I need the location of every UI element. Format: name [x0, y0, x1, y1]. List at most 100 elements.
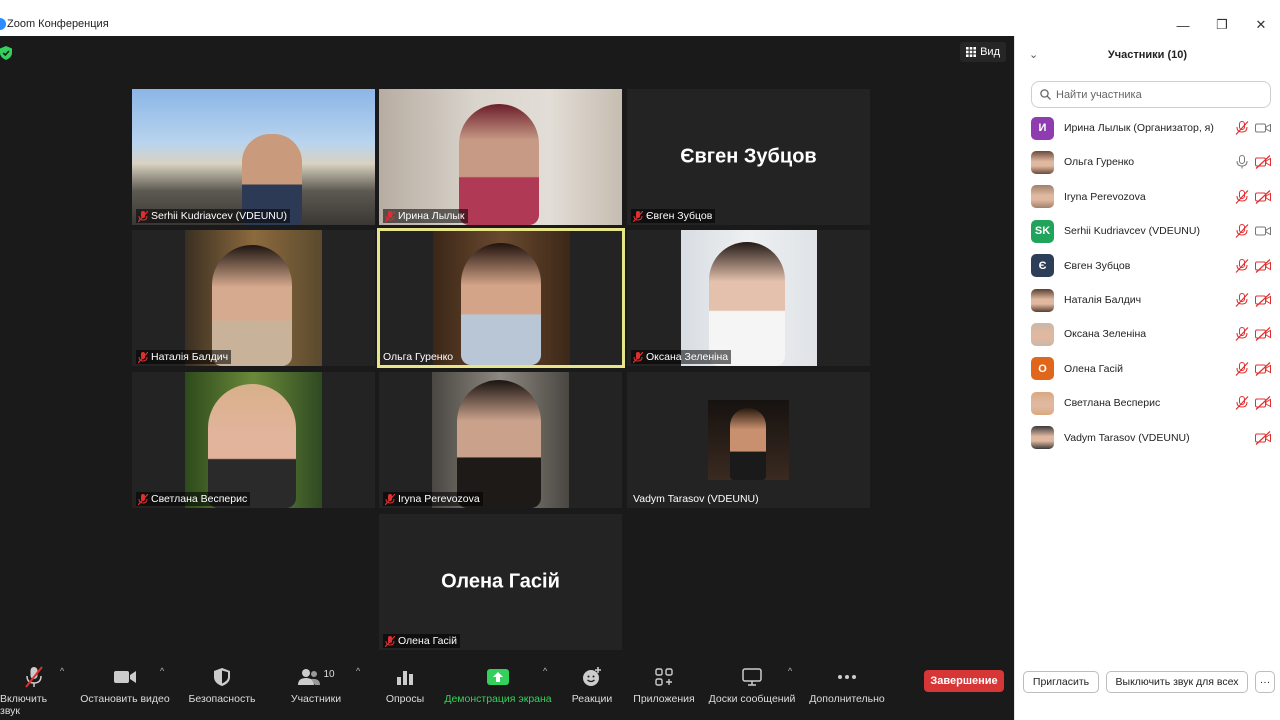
avatar: SK — [1031, 219, 1054, 243]
mic-muted-icon — [385, 493, 395, 505]
tile-name-label: Vadym Tarasov (VDEUNU) — [633, 493, 759, 505]
mute-all-button[interactable]: Выключить звук для всех — [1106, 671, 1248, 693]
video-camera-off-icon[interactable] — [1255, 258, 1271, 273]
close-button[interactable]: ✕ — [1249, 14, 1273, 36]
reactions-button[interactable]: Реакции — [568, 660, 616, 720]
participants-options-caret[interactable]: ^ — [356, 666, 360, 676]
participant-figure — [212, 245, 292, 366]
panel-more-button[interactable]: ··· — [1255, 671, 1275, 693]
whiteboards-options-caret[interactable]: ^ — [788, 666, 792, 676]
apps-button[interactable]: Приложения — [630, 660, 698, 720]
avatar — [1031, 150, 1054, 174]
meeting-toolbar: Включить звук ^ Остановить видео ^ Безоп… — [0, 660, 1014, 720]
avatar — [1031, 426, 1054, 450]
bar-chart-icon — [397, 671, 413, 685]
mic-muted-icon — [25, 666, 43, 688]
video-tile[interactable]: Светлана Весперис — [132, 372, 375, 508]
mic-muted-icon — [385, 635, 395, 647]
view-button[interactable]: Вид — [960, 42, 1006, 62]
mic-muted-icon — [138, 210, 148, 222]
participant-row[interactable]: И Ирина Лылык (Организатор, я) — [1031, 116, 1275, 140]
mic-muted-icon[interactable] — [1235, 189, 1249, 204]
mic-muted-icon[interactable] — [1235, 121, 1249, 135]
avatar — [1031, 322, 1054, 346]
participant-name: Ольга Гуренко — [1064, 156, 1135, 169]
participant-row[interactable]: Vadym Tarasov (VDEUNU) — [1031, 426, 1275, 450]
zoom-logo-icon — [0, 18, 6, 30]
share-options-caret[interactable]: ^ — [543, 666, 547, 676]
video-tile[interactable]: Євген Зубцов Євген Зубцов — [627, 89, 870, 225]
mic-muted-icon[interactable] — [1235, 327, 1249, 342]
avatar — [1031, 391, 1054, 415]
participant-row[interactable]: Светлана Весперис — [1031, 391, 1275, 415]
video-tile[interactable]: Оксана Зеленіна — [627, 230, 870, 366]
more-dots-icon — [838, 675, 856, 679]
view-label: Вид — [980, 46, 1000, 58]
video-tile[interactable]: Vadym Tarasov (VDEUNU) — [627, 372, 870, 508]
unmute-button[interactable]: Включить звук — [0, 660, 68, 720]
participant-row[interactable]: О Олена Гасій — [1031, 357, 1275, 381]
participants-button[interactable]: 10 Участники — [286, 660, 346, 720]
participant-figure — [461, 243, 541, 365]
mic-muted-icon[interactable] — [1235, 361, 1249, 376]
participants-icon — [298, 669, 321, 685]
participant-search[interactable] — [1031, 81, 1271, 108]
video-camera-off-icon[interactable] — [1255, 396, 1271, 411]
tile-name-label: Оксана Зеленіна — [631, 350, 732, 364]
video-camera-off-icon[interactable] — [1255, 361, 1271, 376]
mic-muted-icon[interactable] — [1235, 396, 1249, 411]
share-screen-button[interactable]: Демонстрация экрана — [443, 660, 553, 720]
mic-muted-icon — [633, 210, 643, 222]
video-tile[interactable]: Наталія Балдич — [132, 230, 375, 366]
participant-row[interactable]: SK Serhii Kudriavcev (VDEUNU) — [1031, 219, 1275, 243]
participant-row[interactable]: Iryna Perevozova — [1031, 185, 1275, 209]
participant-row[interactable]: Наталія Балдич — [1031, 288, 1275, 312]
mic-icon[interactable] — [1235, 155, 1249, 169]
participant-row[interactable]: Оксана Зеленіна — [1031, 322, 1275, 346]
participant-row[interactable]: Є Євген Зубцов — [1031, 254, 1275, 278]
video-tile[interactable]: Ирина Лылык — [379, 89, 622, 225]
mic-muted-icon[interactable] — [1235, 224, 1249, 239]
smiley-plus-icon — [583, 667, 601, 686]
polls-button[interactable]: Опросы — [380, 660, 430, 720]
participant-name-center: Олена Гасій — [441, 570, 560, 593]
minimize-button[interactable]: — — [1171, 14, 1195, 36]
video-camera-off-icon[interactable] — [1255, 189, 1271, 204]
video-tile[interactable]: Олена Гасій Олена Гасій — [379, 514, 622, 650]
participant-figure — [730, 408, 766, 480]
video-camera-icon[interactable] — [1255, 121, 1271, 135]
participant-figure — [459, 104, 539, 225]
search-icon — [1040, 89, 1051, 100]
video-camera-off-icon[interactable] — [1255, 430, 1271, 445]
security-button[interactable]: Безопасность — [188, 660, 256, 720]
audio-options-caret[interactable]: ^ — [60, 666, 64, 676]
video-tile[interactable]: Iryna Perevozova — [379, 372, 622, 508]
video-tile-active-speaker[interactable]: Ольга Гуренко — [377, 228, 625, 368]
mic-muted-icon[interactable] — [1235, 258, 1249, 273]
whiteboards-button[interactable]: Доски сообщений — [706, 660, 798, 720]
tile-name-label: Ирина Лылык — [383, 209, 468, 223]
window-title: Zoom Конференция — [7, 18, 109, 30]
video-camera-icon[interactable] — [1255, 224, 1271, 238]
participant-row[interactable]: Ольга Гуренко — [1031, 150, 1275, 174]
mic-muted-icon — [633, 351, 643, 363]
video-camera-off-icon[interactable] — [1255, 293, 1271, 307]
video-camera-off-icon[interactable] — [1255, 327, 1271, 342]
search-input[interactable] — [1056, 88, 1256, 101]
video-camera-off-icon[interactable] — [1255, 155, 1271, 170]
mic-muted-icon — [385, 210, 395, 222]
stop-video-button[interactable]: Остановить видео — [80, 660, 170, 720]
mic-muted-icon[interactable] — [1235, 293, 1249, 307]
video-tile[interactable]: Serhii Kudriavcev (VDEUNU) — [132, 89, 375, 225]
more-button[interactable]: Дополнительно — [806, 660, 888, 720]
maximize-button[interactable]: ❐ — [1210, 14, 1234, 36]
participant-name: Ирина Лылык (Организатор, я) — [1064, 122, 1214, 134]
encryption-shield-icon[interactable] — [0, 46, 12, 60]
share-screen-icon — [487, 669, 509, 685]
end-meeting-button[interactable]: Завершение — [924, 670, 1004, 692]
shield-icon — [214, 668, 230, 686]
invite-button[interactable]: Пригласить — [1023, 671, 1099, 693]
video-options-caret[interactable]: ^ — [160, 666, 164, 676]
participant-name: Наталія Балдич — [1064, 294, 1142, 306]
participant-name: Iryna Perevozova — [1064, 190, 1146, 203]
